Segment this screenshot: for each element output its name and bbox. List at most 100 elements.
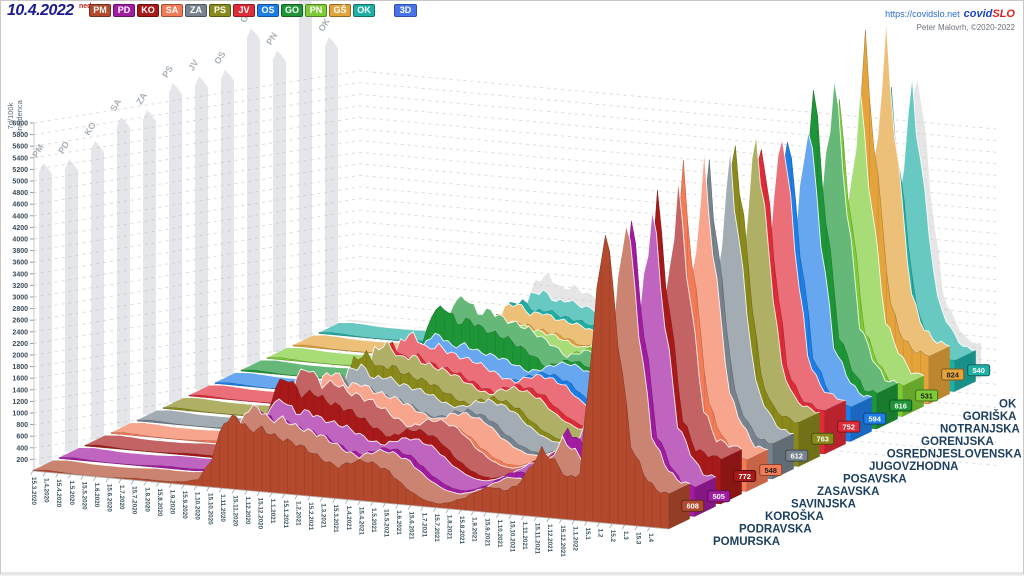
site-link[interactable]: https://covidslo.net — [885, 9, 960, 19]
y-axis-tick-label: 400 — [16, 445, 28, 452]
x-axis-tick-label: 15.5.2021 — [383, 509, 390, 538]
region-button-KO[interactable]: KO — [137, 4, 159, 17]
wall-shadow-GŠ — [299, 1, 312, 340]
wall-shadow-SA — [117, 117, 130, 427]
y-axis-tick-label: 200 — [16, 457, 28, 464]
wall-shadow-OK — [325, 37, 338, 327]
region-button-OS[interactable]: OS — [257, 4, 279, 17]
x-axis-tick-label: 1.9.2020 — [168, 490, 175, 515]
x-axis-tick-label: 1.2 — [597, 529, 604, 538]
value-badge-text-OK: 540 — [972, 366, 985, 375]
y-axis-tick-label: 3400 — [12, 271, 28, 278]
y-axis-tick-label: 600 — [16, 434, 28, 441]
value-badge-text-PN: 531 — [920, 391, 933, 400]
region-button-JV[interactable]: JV — [233, 4, 255, 17]
header-bar: 10.4.2022 ned PMPDKOSAZAPSJVOSGOPNGŠOK 3… — [1, 1, 1023, 21]
wall-shadow-ZA — [143, 110, 156, 415]
region-name-label-KO: KOROŠKA — [765, 510, 824, 523]
region-name-label-ZA: ZASAVSKA — [817, 486, 879, 498]
view-3d-button[interactable]: 3D — [394, 4, 417, 17]
region-button-PM[interactable]: PM — [89, 4, 111, 17]
value-badge-text-ZA: 612 — [790, 451, 803, 460]
x-axis-tick-label: 15.4.2021 — [357, 507, 364, 536]
x-axis-tick-label: 15.10.2020 — [206, 493, 213, 525]
x-axis-tick-label: 1.11.2020 — [219, 494, 226, 522]
x-axis-tick-label: 15.7.2020 — [131, 486, 138, 515]
x-axis-tick-label: 1.10.2020 — [194, 492, 201, 521]
x-axis-tick-label: 15.4.2020 — [55, 479, 62, 508]
region-button-GO[interactable]: GO — [281, 4, 303, 17]
region-name-label-PD: PODRAVSKA — [739, 524, 812, 536]
x-axis-tick-label: 1.4 — [647, 533, 654, 542]
region-button-PS[interactable]: PS — [209, 4, 231, 17]
x-axis-tick-label: 1.12.2021 — [546, 524, 553, 553]
x-axis-tick-label: 15.3.2021 — [332, 505, 339, 534]
x-axis-tick-label: 1.6.2021 — [395, 510, 402, 535]
x-axis-tick-label: 15.2.2021 — [307, 502, 314, 531]
value-badge-text-GO: 616 — [894, 401, 907, 410]
y-axis-tick-label: 2600 — [12, 318, 28, 325]
current-date[interactable]: 10.4.2022 — [7, 2, 74, 20]
region-button-GŠ[interactable]: GŠ — [329, 4, 351, 17]
region-name-label-OS: OSREDNJESLOVENSKA — [887, 449, 1022, 461]
author-credit: Peter Malovrh, ©2020-2022 — [885, 23, 1015, 33]
x-axis-tick-label: 1.12.2020 — [244, 497, 251, 526]
x-axis-tick-label: 1.8.2021 — [445, 515, 452, 540]
y-axis-title: 7d/100kincidenca — [6, 99, 24, 132]
wall-code-label-OS: OS — [212, 50, 227, 66]
y-axis-tick-label: 5800 — [12, 132, 28, 139]
x-axis-tick-label: 15.11.2020 — [231, 495, 238, 527]
value-badge-text-OS: 594 — [868, 414, 881, 423]
region-buttons: PMPDKOSAZAPSJVOSGOPNGŠOK — [89, 4, 375, 17]
value-badge-text-SA: 548 — [764, 466, 777, 475]
wall-code-label-ZA: ZA — [134, 90, 149, 106]
y-axis-tick-label: 2400 — [12, 329, 28, 336]
x-axis-tick-label: 15.5.2020 — [80, 482, 87, 511]
x-axis-tick-label: 1.1.2022 — [571, 526, 578, 551]
wall-shadow-GO — [247, 28, 260, 364]
region-button-SA[interactable]: SA — [161, 4, 183, 17]
wall-shadow-KO — [91, 141, 104, 440]
value-badge-text-PD: 505 — [712, 492, 725, 501]
x-axis-tick-label: 1.2.2021 — [294, 501, 301, 526]
region-name-label-PS: POSAVSKA — [843, 474, 907, 486]
region-name-label-GO: GORENJSKA — [921, 436, 994, 448]
x-axis-tick-label: 15.9.2020 — [181, 491, 188, 520]
x-axis-tick-label: 15.11.2021 — [534, 523, 541, 555]
x-axis-tick-label: 15.10.2021 — [508, 521, 515, 553]
x-axis-tick-label: 1.3 — [622, 531, 629, 540]
region-button-OK[interactable]: OK — [353, 4, 375, 17]
y-axis-tick-label: 3000 — [12, 295, 28, 302]
region-button-ZA[interactable]: ZA — [185, 4, 207, 17]
x-axis-tick-label: 1.5.2020 — [68, 480, 75, 505]
wall-code-label-PS: PS — [160, 64, 175, 79]
y-axis-tick-label: 1200 — [12, 399, 28, 406]
covidslo-3d-chart-app: 2004006008001000120014001600180020002200… — [0, 0, 1024, 575]
y-axis-tick-label: 4600 — [12, 202, 28, 209]
x-axis-tick-label: 15.8.2020 — [156, 488, 163, 517]
x-axis-tick-label: 15.1 — [584, 528, 591, 541]
x-axis-tick-label: 1.11.2021 — [521, 522, 528, 550]
region-name-label-GŠ: GORIŠKA — [963, 410, 1017, 423]
x-axis-tick-label: 15.3 — [634, 532, 641, 545]
x-axis-tick-label: 1.8.2020 — [143, 487, 150, 512]
x-axis-tick-label: 1.1.2021 — [269, 499, 276, 524]
x-axis-tick-label: 1.10.2021 — [496, 519, 503, 548]
x-axis-tick-label: 1.5.2021 — [370, 508, 377, 533]
x-axis-tick-label: 15.6.2021 — [408, 511, 415, 540]
region-button-PN[interactable]: PN — [305, 4, 327, 17]
y-axis-tick-label: 5000 — [12, 179, 28, 186]
y-axis-tick-label: 3200 — [12, 283, 28, 290]
region-button-PD[interactable]: PD — [113, 4, 135, 17]
ridge-chart-canvas: 2004006008001000120014001600180020002200… — [1, 1, 1023, 569]
y-axis-tick-label: 2800 — [12, 306, 28, 313]
region-name-label-SA: SAVINJSKA — [791, 499, 856, 511]
y-axis-tick-label: 2000 — [12, 353, 28, 360]
wall-shadow-PM — [39, 163, 52, 465]
x-axis-tick-label: 15.9.2021 — [483, 518, 490, 547]
svg-text:7d/100k: 7d/100k — [6, 102, 15, 129]
y-axis-tick-label: 1600 — [12, 376, 28, 383]
x-axis-tick-label: 1.9.2021 — [471, 517, 478, 542]
wall-shadow-PN — [273, 51, 286, 353]
value-badge-text-PM: 608 — [686, 502, 699, 511]
